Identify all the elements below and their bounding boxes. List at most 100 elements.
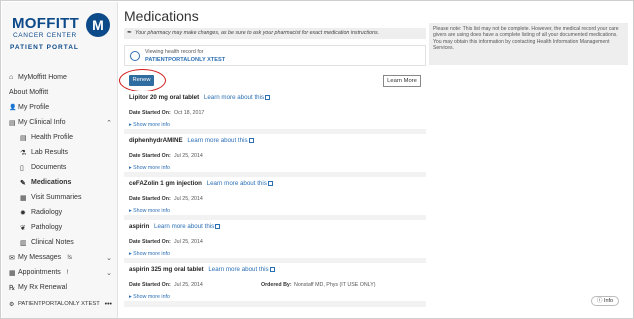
sidebar: MOFFITT CANCER CENTER M PATIENT PORTAL ⌂… — [2, 2, 118, 318]
sidebar-item-rx-renewal[interactable]: ℞ My Rx Renewal — [2, 280, 118, 295]
sidebar-item-label: Pathology — [31, 224, 63, 231]
radiology-icon: ✹ — [20, 209, 26, 217]
sidebar-item-label: My Messages — [18, 254, 62, 261]
sidebar-item-documents[interactable]: ▯ Documents — [2, 160, 118, 175]
sidebar-item-visit-summaries[interactable]: ▦ Visit Summaries — [2, 190, 118, 205]
show-more-info-link[interactable]: ▸ Show more info — [129, 294, 170, 300]
home-icon: ⌂ — [9, 74, 14, 81]
medication-name: diphenhydrAMINE — [129, 137, 183, 144]
sidebar-nav: ⌂ MyMoffitt Home About Moffitt 👤 My Prof… — [2, 70, 118, 295]
portal-label: PATIENT PORTAL — [10, 44, 79, 51]
disclaimer-note: Please note: This list may not be comple… — [429, 23, 628, 65]
pathology-icon: ❦ — [20, 224, 26, 232]
external-link-icon — [248, 137, 254, 143]
learn-more-link[interactable]: Learn more about this — [208, 266, 275, 273]
clipboard-icon: ▤ — [9, 119, 16, 127]
calendar-icon: ▦ — [20, 194, 27, 202]
sidebar-item-radiology[interactable]: ✹ Radiology — [2, 205, 118, 220]
patient-name[interactable]: PATIENTPORTALONLY XTEST — [145, 57, 225, 63]
rx-icon: ℞ — [9, 284, 16, 292]
medication-name-row: ceFAZolin 1 gm injection Learn more abou… — [129, 180, 273, 187]
learn-more-link-text: Learn more about this — [208, 266, 269, 273]
sidebar-item-lab-results[interactable]: ⚗ Lab Results — [2, 145, 118, 160]
sidebar-item-profile[interactable]: 👤 My Profile — [2, 100, 118, 115]
show-more-label: Show more info — [133, 251, 170, 257]
viewing-label: Viewing health record for — [145, 49, 204, 55]
sidebar-item-clinical-info[interactable]: ▤ My Clinical Info ⌃ — [2, 115, 118, 130]
show-more-info-link[interactable]: ▸ Show more info — [129, 251, 170, 257]
date-started-label: Date Started On: — [129, 153, 171, 159]
clipboard-icon: ▤ — [20, 134, 27, 142]
learn-more-link[interactable]: Learn more about this — [154, 223, 221, 230]
logo-mark-icon: M — [86, 13, 110, 37]
sidebar-item-label: My Rx Renewal — [18, 284, 68, 291]
medication-item: ceFAZolin 1 gm injection Learn more abou… — [124, 177, 426, 217]
learn-more-link[interactable]: Learn more about this — [187, 137, 254, 144]
renew-button[interactable]: Renew — [129, 75, 154, 86]
show-more-info-link[interactable]: ▸ Show more info — [129, 122, 170, 128]
sidebar-item-medications[interactable]: ✎ Medications — [2, 175, 118, 190]
sidebar-item-label: Lab Results — [31, 149, 68, 156]
sidebar-item-home[interactable]: ⌂ MyMoffitt Home — [2, 70, 118, 85]
show-more-info-link[interactable]: ▸ Show more info — [129, 208, 170, 214]
person-icon: 👤 — [9, 105, 17, 111]
mail-icon: ✉ — [9, 254, 15, 262]
learn-more-link-text: Learn more about this — [203, 94, 265, 101]
learn-more-link[interactable]: Learn more about this — [207, 180, 273, 187]
show-more-info-link[interactable]: ▸ Show more info — [129, 165, 170, 171]
sidebar-item-clinical-notes[interactable]: ▥ Clinical Notes — [2, 235, 118, 250]
learn-more-button[interactable]: Learn More — [383, 75, 421, 87]
date-started-value: Jul 25, 2014 — [174, 239, 203, 245]
medication-name: Lipitor 20 mg oral tablet — [129, 94, 200, 101]
medication-list: Lipitor 20 mg oral tablet Learn more abo… — [124, 91, 426, 307]
sidebar-item-label: My Profile — [18, 104, 50, 111]
medication-item: aspirin Learn more about this Date Start… — [124, 220, 426, 260]
sidebar-item-label: Medications — [31, 179, 72, 186]
logo-subtitle: CANCER CENTER — [13, 32, 77, 39]
chevron-down-icon[interactable]: ⌄ — [106, 269, 112, 277]
show-more-label: Show more info — [133, 208, 170, 214]
sidebar-item-label: Documents — [31, 164, 67, 171]
chevron-up-icon[interactable]: ⌃ — [106, 119, 112, 127]
sidebar-item-label: My Clinical Info — [18, 119, 66, 126]
sidebar-item-label: Appointments — [18, 269, 61, 276]
external-link-icon — [215, 223, 221, 229]
calendar-icon: ▦ — [9, 269, 16, 277]
user-name: PATIENTPORTALONLY XTEST — [18, 301, 100, 307]
alert-text: Your pharmacy may make changes, as be su… — [135, 30, 380, 36]
more-options-icon[interactable]: ••• — [105, 301, 112, 308]
user-account-row[interactable]: ⚙ PATIENTPORTALONLY XTEST ••• — [2, 298, 118, 310]
show-more-label: Show more info — [133, 122, 170, 128]
record-icon — [130, 51, 140, 61]
main-content: Medications ✒ Your pharmacy may make cha… — [119, 2, 429, 318]
sidebar-item-label: Radiology — [31, 209, 63, 216]
medication-item: aspirin 325 mg oral tablet Learn more ab… — [124, 263, 426, 303]
date-started-label: Date Started On: — [129, 239, 171, 245]
viewing-record-panel: Viewing health record for PATIENTPORTALO… — [124, 45, 426, 66]
learn-more-link-text: Learn more about this — [206, 180, 267, 187]
sidebar-item-pathology[interactable]: ❦ Pathology — [2, 220, 118, 235]
medication-name-row: diphenhydrAMINE Learn more about this — [129, 137, 254, 144]
medication-item: diphenhydrAMINE Learn more about this Da… — [124, 134, 426, 174]
medication-name-row: aspirin Learn more about this — [129, 223, 221, 230]
chevron-down-icon[interactable]: ⌄ — [106, 254, 112, 262]
sidebar-item-health-profile[interactable]: ▤ Health Profile — [2, 130, 118, 145]
show-more-label: Show more info — [133, 294, 170, 300]
date-started-label: Date Started On: — [129, 196, 171, 202]
page-title: Medications — [124, 8, 199, 24]
date-started-value: Oct 18, 2017 — [174, 110, 205, 116]
sidebar-item-appointments[interactable]: ▦ Appointments ! ⌄ — [2, 265, 118, 280]
pharmacy-alert: ✒ Your pharmacy may make changes, as be … — [124, 28, 426, 39]
notification-badge: !s — [67, 254, 72, 261]
sidebar-item-about[interactable]: About Moffitt — [2, 85, 118, 100]
info-button[interactable]: ⓘ Info — [591, 296, 619, 306]
pin-icon: ✒ — [127, 30, 133, 36]
external-link-icon — [265, 94, 271, 100]
learn-more-link[interactable]: Learn more about this — [203, 94, 271, 101]
external-link-icon — [269, 266, 275, 272]
sidebar-item-messages[interactable]: ✉ My Messages !s ⌄ — [2, 250, 118, 265]
learn-more-link-text: Learn more about this — [154, 223, 215, 230]
pill-icon: ✎ — [20, 179, 26, 187]
medication-name: ceFAZolin 1 gm injection — [129, 180, 202, 187]
medication-item: Lipitor 20 mg oral tablet Learn more abo… — [124, 91, 426, 131]
